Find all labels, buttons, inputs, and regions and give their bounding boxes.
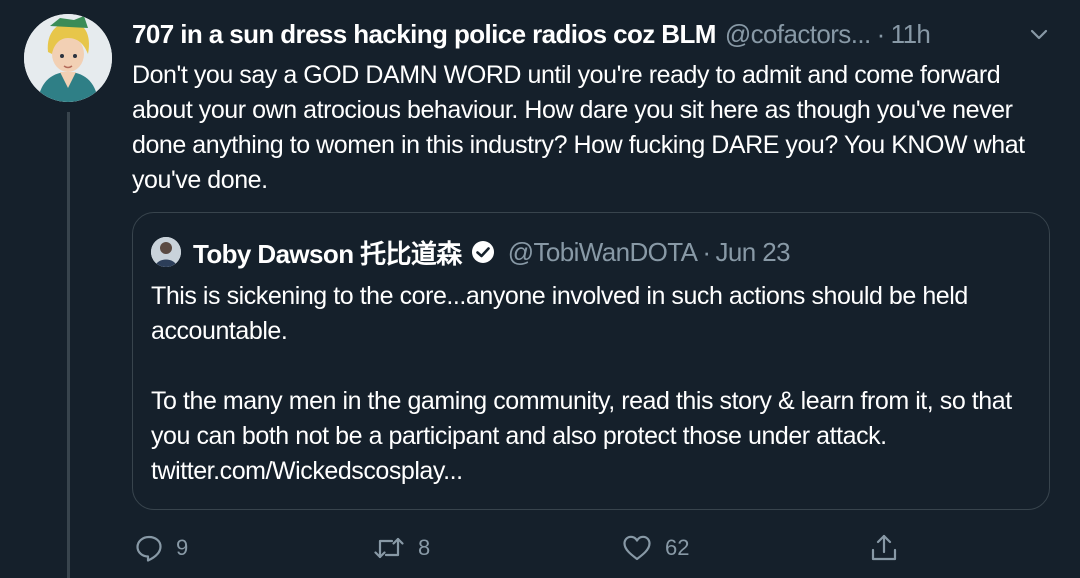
retweet-icon <box>374 537 404 559</box>
reply-icon <box>136 535 162 562</box>
tweet[interactable]: 707 in a sun dress hacking police radios… <box>0 0 1080 578</box>
action-bar: 9 8 62 <box>132 528 1052 568</box>
display-name[interactable]: 707 in a sun dress hacking police radios… <box>132 19 716 50</box>
tweet-text: Don't you say a GOD DAMN WORD until you'… <box>132 61 1025 194</box>
quote-header: Toby Dawson 托比道森 @TobiWanDOTA · Jun 23 <box>151 233 791 271</box>
chevron-down-icon <box>1030 29 1048 40</box>
share-icon <box>871 534 897 561</box>
quote-text: This is sickening to the core...anyone i… <box>151 279 1031 489</box>
person-avatar-icon <box>151 237 181 267</box>
quote-date[interactable]: Jun 23 <box>715 237 790 268</box>
quote-paragraph-1: This is sickening to the core...anyone i… <box>151 282 968 345</box>
timestamp[interactable]: 11h <box>891 19 931 50</box>
quote-separator-dot: · <box>702 236 711 267</box>
quoted-tweet[interactable]: Toby Dawson 托比道森 @TobiWanDOTA · Jun 23 T… <box>132 212 1050 510</box>
quote-handle[interactable]: @TobiWanDOTA <box>508 237 698 268</box>
quote-avatar[interactable] <box>151 237 181 267</box>
quote-paragraph-2: To the many men in the gaming community,… <box>151 387 1012 485</box>
heart-icon <box>623 535 651 561</box>
verified-badge-icon <box>471 241 494 263</box>
retweet-button[interactable]: 8 <box>372 528 430 568</box>
tweet-header: 707 in a sun dress hacking police radios… <box>132 16 1012 52</box>
share-button[interactable] <box>868 528 900 568</box>
like-button[interactable]: 62 <box>621 528 689 568</box>
thread-line <box>67 112 70 578</box>
anime-avatar-icon <box>24 14 112 102</box>
reply-button[interactable]: 9 <box>134 528 188 568</box>
quote-display-name[interactable]: Toby Dawson 托比道森 <box>193 234 462 271</box>
avatar[interactable] <box>24 14 112 102</box>
reply-count: 9 <box>176 535 189 560</box>
retweet-count: 8 <box>418 535 431 560</box>
more-options-button[interactable] <box>1026 22 1052 48</box>
separator-dot: · <box>876 18 886 49</box>
user-handle[interactable]: @cofactors... <box>725 19 871 50</box>
like-count: 62 <box>665 535 690 560</box>
